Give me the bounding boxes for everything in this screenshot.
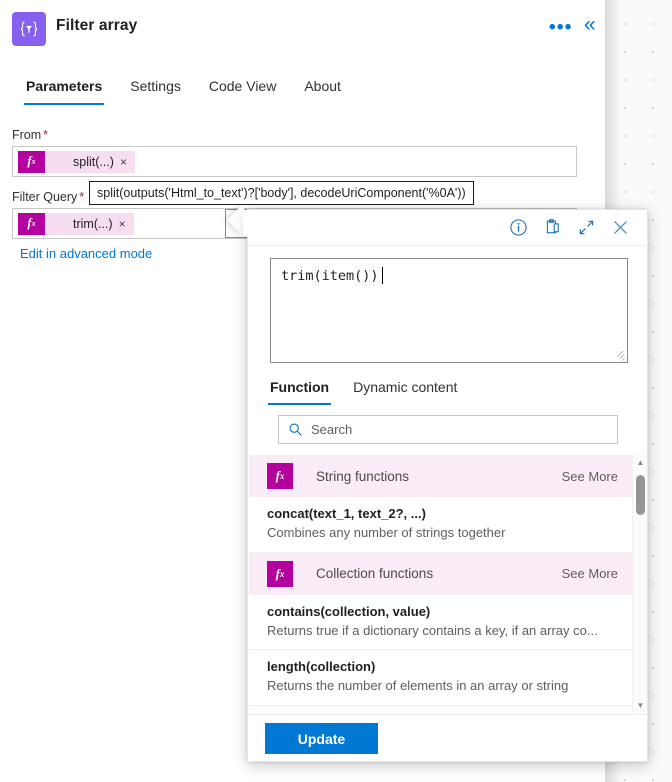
collapse-panel-button[interactable]: « [584,14,596,35]
tab-dynamic-content[interactable]: Dynamic content [341,373,469,405]
from-field-label: From * [12,128,49,142]
required-marker: * [79,190,85,204]
tab-parameters[interactable]: Parameters [12,72,116,105]
function-signature: length(collection) [267,659,376,675]
scroll-down-icon[interactable]: ▼ [633,698,647,713]
fx-icon: fx [18,150,45,173]
app-root: Filter array ••• « Parameters Settings C… [0,0,672,782]
group-name: Collection functions [316,566,434,582]
panel-tabs: Parameters Settings Code View About [12,72,355,105]
fx-icon: fx [267,560,293,587]
expression-tooltip: split(outputs('Html_to_text')?['body'], … [89,181,474,205]
filter-array-icon [12,12,46,46]
list-item[interactable]: concat(text_1, text_2?, ...) Combines an… [249,497,632,553]
tab-about[interactable]: About [290,72,355,105]
remove-token-icon[interactable]: × [119,217,134,231]
from-input[interactable]: fx split(...) × [12,146,577,177]
list-item[interactable]: contains(collection, value) Returns true… [249,594,632,651]
function-list: fx String functions See More concat(text… [249,455,632,713]
update-button[interactable]: Update [265,723,378,754]
scroll-up-icon[interactable]: ▲ [633,455,647,470]
tab-function[interactable]: Function [258,373,341,405]
token-label: split(...) [73,154,114,169]
tab-code-view[interactable]: Code View [195,72,290,105]
function-signature: concat(text_1, text_2?, ...) [267,506,426,521]
edit-advanced-mode-link[interactable]: Edit in advanced mode [20,246,152,261]
clipboard-icon[interactable] [535,213,569,243]
scrollbar-thumb[interactable] [636,475,645,515]
page-title: Filter array [56,17,138,34]
token-trim[interactable]: fx trim(...) × [18,212,134,235]
function-signature: contains(collection, value) [267,603,431,619]
function-group-string[interactable]: fx String functions See More [249,455,632,497]
panel-header: Filter array ••• « [0,0,605,62]
expression-editor-toolbar [248,210,647,246]
see-more-link[interactable]: See More [562,566,618,581]
token-label: trim(...) [73,216,113,231]
list-item[interactable]: sort(collection) Returns an array sorted… [249,706,632,713]
token-split[interactable]: fx split(...) × [18,150,135,173]
function-description: Returns the number of elements in an arr… [267,678,569,694]
callout-beak-cover [243,210,253,236]
close-icon[interactable] [603,213,637,243]
remove-token-icon[interactable]: × [120,155,135,169]
function-search-box[interactable] [278,415,618,444]
group-name: String functions [316,468,410,484]
function-description: Combines any number of strings together [267,524,506,540]
expression-input[interactable] [270,258,628,363]
required-marker: * [43,128,49,142]
expression-editor-callout: Function Dynamic content fx String funct… [247,209,648,762]
function-group-collection[interactable]: fx Collection functions See More [249,552,632,595]
expression-editor-tabs: Function Dynamic content [258,373,469,405]
expression-editor-footer: Update [248,714,647,761]
expression-input-wrapper [270,258,628,363]
filter-query-field-label: Filter Query * [12,190,85,204]
list-item[interactable]: length(collection) Returns the number of… [249,650,632,707]
fx-icon: fx [18,212,45,235]
fx-icon: fx [267,463,293,489]
see-more-link[interactable]: See More [562,469,618,484]
text-caret [382,267,383,284]
more-options-button[interactable]: ••• [549,18,573,37]
expand-icon[interactable] [569,213,603,243]
search-icon [279,422,311,437]
tab-settings[interactable]: Settings [116,72,195,105]
search-input[interactable] [311,422,617,437]
function-description: Returns true if a dictionary contains a … [267,622,598,638]
info-icon[interactable] [501,213,535,243]
function-list-scrollbar[interactable]: ▲ ▼ [632,455,647,713]
